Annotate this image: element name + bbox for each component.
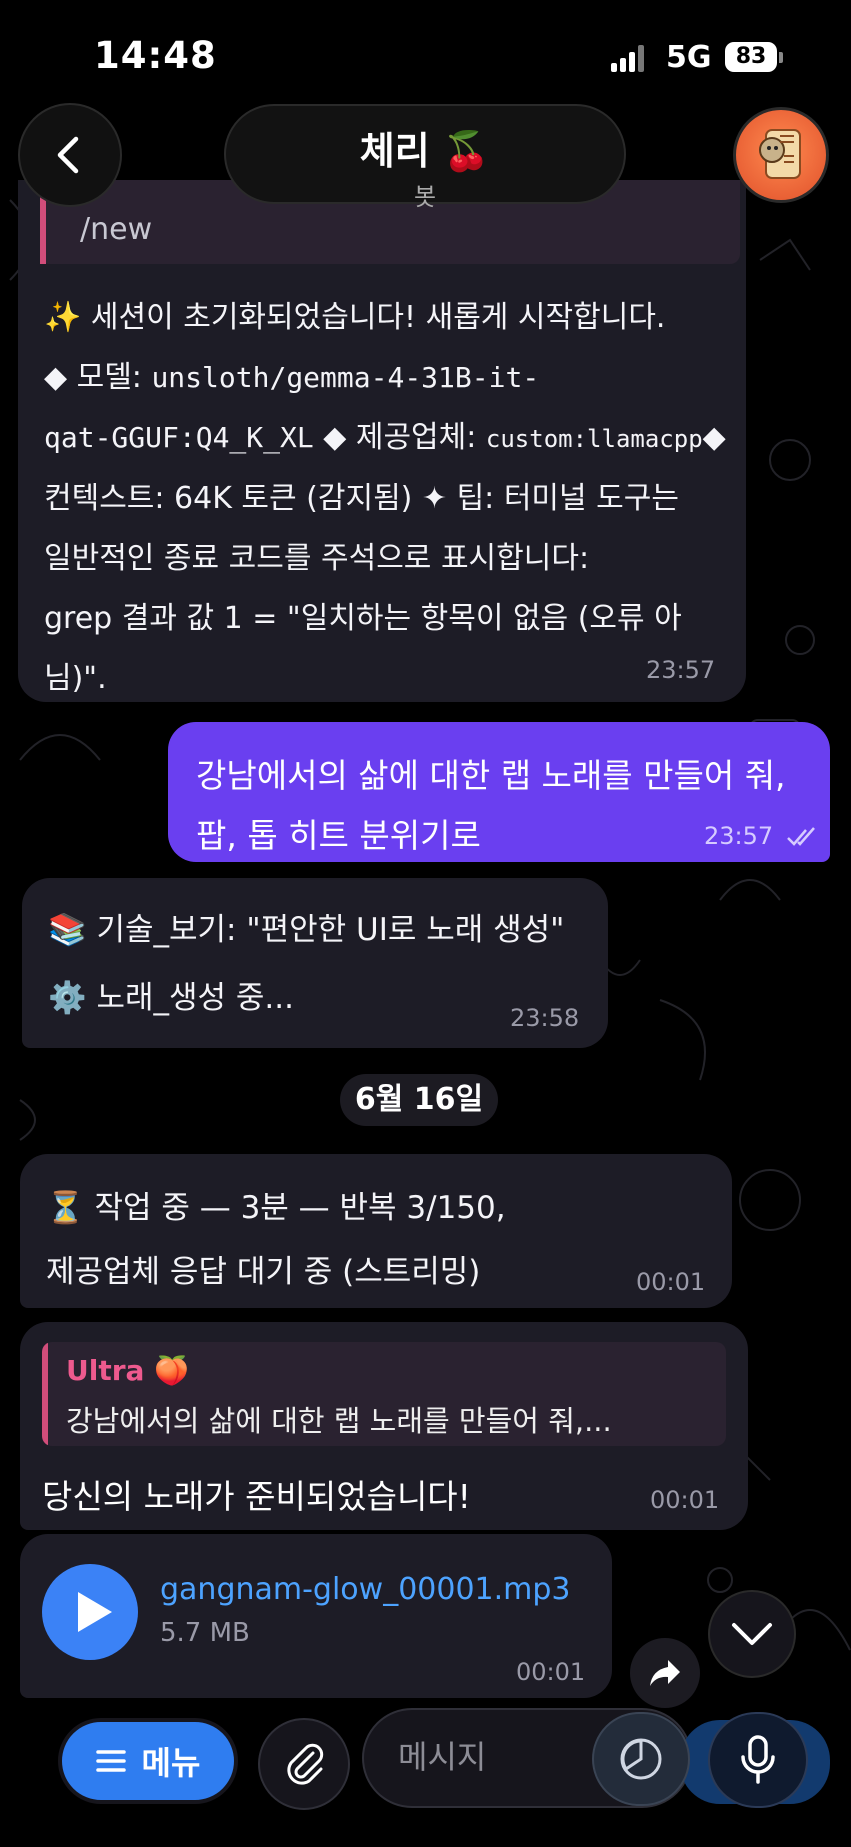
battery-icon: 83 xyxy=(725,42,777,72)
message-time: 23:58 xyxy=(510,1004,580,1032)
message-fragment: ◆ xyxy=(702,420,726,455)
provider-name: custom:llamacpp xyxy=(485,425,703,453)
quoted-command-text: /new xyxy=(80,212,153,247)
avatar-icon xyxy=(759,129,801,179)
message-line: 제공업체 응답 대기 중 (스트리밍) xyxy=(46,1254,481,1290)
message-bubble-outgoing[interactable]: 강남에서의 삶에 대한 랩 노래를 만들어 줘, 팝, 톱 히트 분위기로 23… xyxy=(168,722,830,862)
message-fragment: ◆ 제공업체: xyxy=(313,420,486,455)
message-bubble-incoming[interactable]: ⏳ 작업 중 — 3분 — 반복 3/150, 제공업체 응답 대기 중 (스트… xyxy=(20,1154,732,1308)
share-icon xyxy=(650,1660,680,1686)
chat-title[interactable]: 체리 🍒 봇 xyxy=(224,104,626,211)
message-time: 23:57 xyxy=(646,656,716,684)
message-line: 📚 기술_보기: "편안한 UI로 노래 생성" xyxy=(48,912,565,948)
message-time: 00:01 xyxy=(516,1658,586,1686)
double-check-icon xyxy=(787,827,815,846)
message-bubble-incoming[interactable]: Ultra 🍑 강남에서의 삶에 대한 랩 노래를 만들어 줘,... 당신의 … xyxy=(20,1322,748,1530)
date-separator: 6월 16일 xyxy=(340,1074,498,1126)
microphone-icon xyxy=(741,1735,775,1784)
reply-author: Ultra 🍑 xyxy=(66,1354,190,1387)
scroll-down-button[interactable] xyxy=(708,1590,796,1678)
file-name[interactable]: gangnam-glow_00001.mp3 xyxy=(160,1572,571,1607)
status-time: 14:48 xyxy=(94,34,217,77)
message-text: 당신의 노래가 준비되었습니다! xyxy=(42,1477,471,1516)
battery-tip xyxy=(779,52,783,63)
attach-button[interactable] xyxy=(258,1718,350,1810)
play-button[interactable] xyxy=(42,1564,138,1660)
timer-icon xyxy=(620,1738,662,1780)
message-line: ✨ 세션이 초기화되었습니다! 새롭게 시작합니다. xyxy=(44,300,666,335)
message-line: 컨텍스트: 64K 토큰 (감지됨) ✦ 팁: 터미널 도구는 xyxy=(44,481,679,516)
message-line: ⏳ 작업 중 — 3분 — 반복 3/150, xyxy=(46,1190,506,1226)
file-size: 5.7 MB xyxy=(160,1618,250,1648)
chat-subtitle: 봇 xyxy=(413,183,437,211)
message-input[interactable] xyxy=(398,1738,618,1776)
message-line: ⚙️ 노래_생성 중... xyxy=(48,980,294,1016)
message-bubble-incoming[interactable]: /new ✨ 세션이 초기화되었습니다! 새롭게 시작합니다. ◆ 모델: un… xyxy=(18,180,746,702)
message-time: 00:01 xyxy=(636,1268,706,1296)
menu-label: 메뉴 xyxy=(141,1744,201,1782)
audio-file-message[interactable]: gangnam-glow_00001.mp3 5.7 MB 00:01 xyxy=(20,1534,612,1698)
cellular-signal-icon xyxy=(611,44,645,72)
message-time: 00:01 xyxy=(650,1486,720,1514)
message-composer: 메뉴 xyxy=(0,1698,851,1847)
model-name: unsloth/gemma-4-31B-it- xyxy=(151,361,540,394)
menu-button[interactable]: 메뉴 xyxy=(58,1718,238,1804)
menu-icon xyxy=(95,1750,126,1772)
message-line: 일반적인 종료 코드를 주석으로 표시합니다: xyxy=(44,541,590,576)
reply-text: 강남에서의 삶에 대한 랩 노래를 만들어 줘,... xyxy=(66,1404,612,1438)
model-name-cont: qat-GGUF:Q4_K_XL xyxy=(44,421,314,454)
message-line: qat-GGUF:Q4_K_XL ◆ 제공업체: custom:llamacpp… xyxy=(44,408,744,469)
chevron-down-icon xyxy=(732,1623,772,1645)
paperclip-icon xyxy=(287,1743,324,1785)
play-icon xyxy=(78,1592,112,1632)
avatar[interactable] xyxy=(733,107,829,203)
back-icon xyxy=(57,136,79,174)
message-text: ✨ 세션이 초기화되었습니다! 새롭게 시작합니다. ◆ 모델: unsloth… xyxy=(44,288,744,709)
message-line: grep 결과 값 1 = "일치하는 항목이 없음 (오류 아님)". xyxy=(44,601,682,696)
network-type: 5G xyxy=(666,40,712,75)
reply-quote[interactable]: Ultra 🍑 강남에서의 삶에 대한 랩 노래를 만들어 줘,... xyxy=(42,1342,726,1446)
status-bar: 14:48 5G 83 xyxy=(0,0,851,110)
timer-button[interactable] xyxy=(592,1712,690,1806)
message-fragment: ◆ 모델: xyxy=(44,360,152,395)
microphone-button[interactable] xyxy=(708,1712,808,1808)
message-time: 23:57 xyxy=(704,822,774,850)
chat-name: 체리 🍒 xyxy=(359,129,491,173)
message-line: ◆ 모델: unsloth/gemma-4-31B-it- xyxy=(44,348,744,408)
back-button[interactable] xyxy=(18,103,122,207)
message-bubble-incoming[interactable]: 📚 기술_보기: "편안한 UI로 노래 생성" ⚙️ 노래_생성 중... 2… xyxy=(22,878,608,1048)
